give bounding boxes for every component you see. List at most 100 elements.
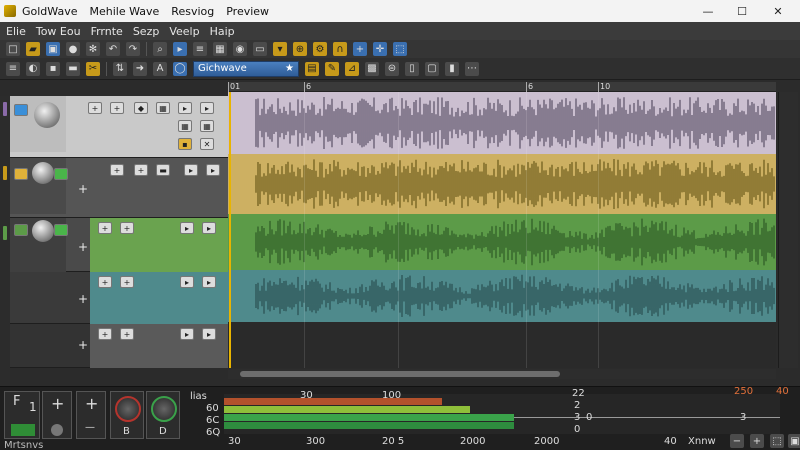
open-folder-icon[interactable]: ▰: [26, 42, 40, 56]
knob-box-1[interactable]: B: [110, 391, 144, 439]
track-select-button[interactable]: [14, 168, 28, 180]
track-menu-button[interactable]: ▸: [202, 276, 216, 288]
arrow-icon[interactable]: ➜: [133, 61, 147, 76]
track-play-button[interactable]: ▸: [184, 164, 198, 176]
track-header-1[interactable]: + + ◆ ▦ ▸ ▸ ▦ ▦ ▪ ✕: [10, 96, 228, 158]
track-fx-button[interactable]: ◆: [134, 102, 148, 114]
track-select-button[interactable]: [14, 104, 28, 116]
waveform-lane-4[interactable]: [228, 270, 776, 322]
color-block-icon[interactable]: ▬: [66, 61, 80, 76]
plus-box[interactable]: + —: [76, 391, 106, 439]
track-header-2[interactable]: + + + ▬ ▸ ▸: [10, 158, 228, 218]
track-route-button[interactable]: ▦: [200, 120, 214, 132]
add-icon[interactable]: +: [78, 292, 88, 306]
knob-box-2[interactable]: D: [146, 391, 180, 439]
layout-icon[interactable]: ▤: [305, 61, 319, 76]
redo-icon[interactable]: ↷: [126, 42, 140, 56]
track-lock-button[interactable]: ▪: [178, 138, 192, 150]
star-icon[interactable]: ★: [285, 63, 294, 74]
scroll-thumb[interactable]: [240, 371, 560, 377]
globe-icon[interactable]: ◯: [173, 61, 187, 76]
menu-help[interactable]: Haip: [210, 25, 235, 38]
split-icon[interactable]: ⇅: [113, 61, 127, 76]
vertical-scrollbar[interactable]: [778, 92, 798, 368]
track-play-button[interactable]: ▸: [180, 328, 194, 340]
new-file-icon[interactable]: □: [6, 42, 20, 56]
track-add-button[interactable]: +: [98, 328, 112, 340]
zoom-in-icon[interactable]: +: [353, 42, 367, 56]
track-plus-button[interactable]: +: [134, 164, 148, 176]
magnet-icon[interactable]: ∩: [333, 42, 347, 56]
save-icon[interactable]: ▣: [46, 42, 60, 56]
transform-icon[interactable]: ⊿: [345, 61, 359, 76]
select-icon[interactable]: ⬚: [393, 42, 407, 56]
track-grid-button[interactable]: ▦: [156, 102, 170, 114]
track-play-button[interactable]: ▸: [180, 222, 194, 234]
list-icon[interactable]: ≡: [193, 42, 207, 56]
maximize-button[interactable]: ☐: [726, 0, 758, 22]
snap-icon[interactable]: ▮: [445, 61, 459, 76]
expand-icon[interactable]: ▣: [788, 434, 800, 448]
track-play-button[interactable]: ▸: [178, 102, 192, 114]
add-icon[interactable]: +: [78, 338, 88, 352]
mixer-icon[interactable]: ⊜: [385, 61, 399, 76]
track-plus-button[interactable]: +: [120, 328, 134, 340]
clip-icon[interactable]: ▯: [405, 61, 419, 76]
track-add-button[interactable]: +: [98, 222, 112, 234]
fit-icon[interactable]: ⬚: [770, 434, 784, 448]
add-icon[interactable]: +: [78, 182, 88, 196]
menu-lines-icon[interactable]: ≡: [6, 61, 20, 76]
menu-edit[interactable]: Tow Eou: [36, 25, 81, 38]
settings-icon[interactable]: ✻: [86, 42, 100, 56]
mute-icon[interactable]: ▭: [253, 42, 267, 56]
track-play-button[interactable]: ▸: [180, 276, 194, 288]
track-add-button[interactable]: +: [98, 276, 112, 288]
close-button[interactable]: ✕: [762, 0, 794, 22]
track-header-4[interactable]: + + + ▸ ▸: [10, 272, 228, 324]
track-plus-button[interactable]: +: [120, 222, 134, 234]
waveform-lane-1[interactable]: [228, 92, 776, 154]
more-icon[interactable]: ⋯: [465, 61, 479, 76]
minimize-button[interactable]: —: [692, 0, 724, 22]
crosshair-icon[interactable]: ✛: [373, 42, 387, 56]
zoom-in-icon[interactable]: +: [750, 434, 764, 448]
add-icon[interactable]: +: [78, 240, 88, 254]
track-menu-button[interactable]: ▸: [200, 102, 214, 114]
eye-icon[interactable]: ◉: [233, 42, 247, 56]
track-bus-button[interactable]: ▦: [178, 120, 192, 132]
undo-icon[interactable]: ↶: [106, 42, 120, 56]
menu-frame[interactable]: Frrnte: [91, 25, 123, 38]
track-clip-button[interactable]: ▬: [156, 164, 170, 176]
text-tool-icon[interactable]: A: [153, 61, 167, 76]
edit-icon[interactable]: ✎: [325, 61, 339, 76]
record-icon[interactable]: ●: [66, 42, 80, 56]
track-add-button[interactable]: +: [88, 102, 102, 114]
track-menu-button[interactable]: ▸: [202, 328, 216, 340]
track-plus-button[interactable]: +: [120, 276, 134, 288]
gear-icon[interactable]: ⚙: [313, 42, 327, 56]
track-plus-button[interactable]: +: [110, 102, 124, 114]
marker-icon[interactable]: ▪: [46, 61, 60, 76]
lock-icon[interactable]: ▢: [425, 61, 439, 76]
add-box[interactable]: +: [42, 391, 72, 439]
track-select-button[interactable]: [14, 224, 28, 236]
search-icon[interactable]: ⌕: [153, 42, 167, 56]
cursor-icon[interactable]: ▸: [173, 42, 187, 56]
trim-icon[interactable]: ✂: [86, 61, 100, 76]
fx-icon[interactable]: ▩: [365, 61, 379, 76]
transport-box[interactable]: F 1: [4, 391, 40, 439]
track-close-button[interactable]: ✕: [200, 138, 214, 150]
timeline-ruler[interactable]: 01 6 6 10: [228, 82, 776, 92]
track-menu-button[interactable]: ▸: [206, 164, 220, 176]
track-monitor-button[interactable]: [54, 168, 68, 180]
track-menu-button[interactable]: ▸: [202, 222, 216, 234]
pan-knob[interactable]: [151, 396, 177, 422]
volume-knob[interactable]: [32, 162, 54, 184]
record-circle-icon[interactable]: ◐: [26, 61, 40, 76]
horizontal-scrollbar[interactable]: [228, 369, 776, 379]
track-header-5[interactable]: + + + ▸ ▸: [10, 324, 228, 368]
grid-icon[interactable]: ▦: [213, 42, 227, 56]
waveform-lane-3[interactable]: [228, 214, 776, 270]
menu-file[interactable]: Elie: [6, 25, 26, 38]
volume-knob[interactable]: [32, 220, 54, 242]
